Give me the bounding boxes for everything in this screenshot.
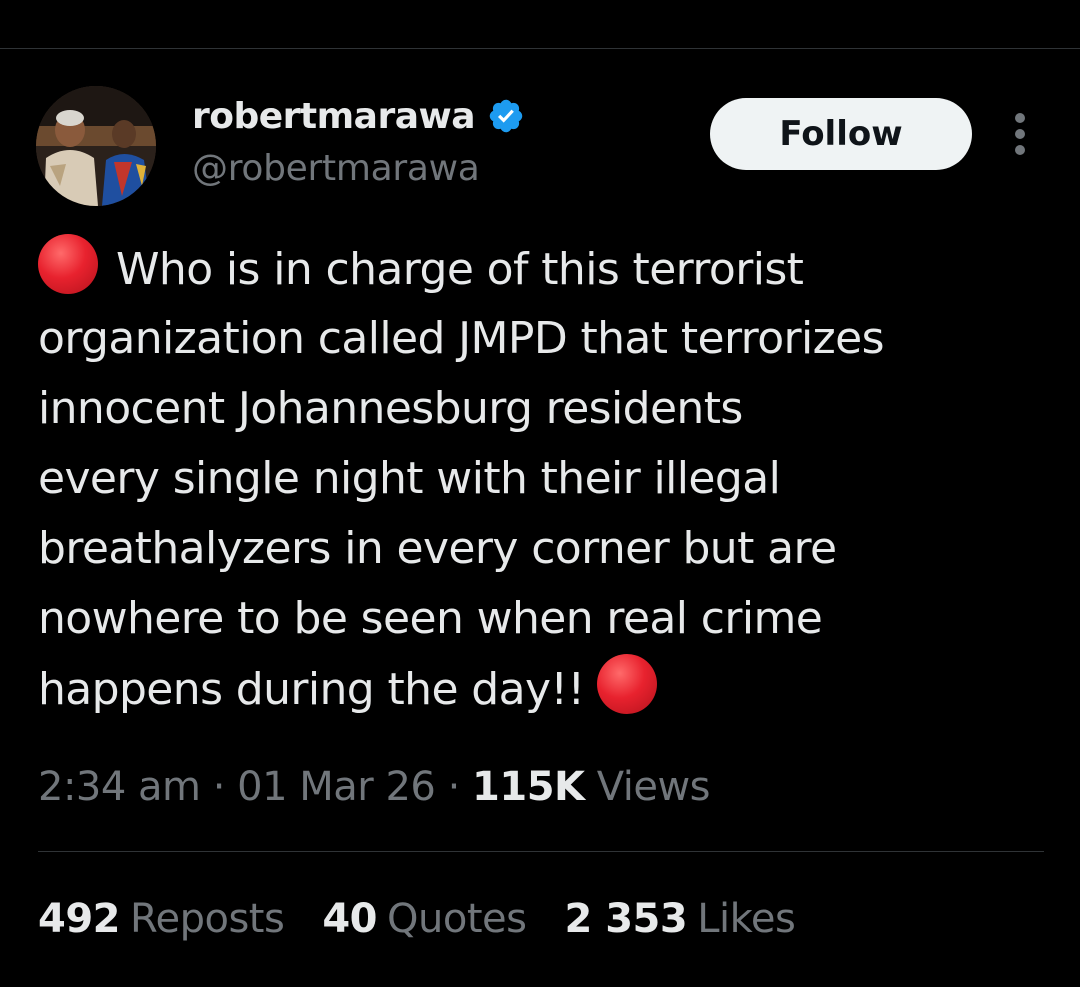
meta-separator: · — [212, 764, 226, 810]
profile-photo-icon — [36, 86, 156, 206]
meta-separator: · — [447, 764, 461, 810]
quotes-label: Quotes — [387, 896, 527, 942]
top-divider — [0, 48, 1080, 49]
red-circle-emoji-icon — [596, 654, 657, 714]
tweet-meta: 2:34 am · 01 Mar 26 · 115K Views — [38, 764, 711, 810]
likes-count: 2 353 — [564, 896, 688, 942]
tweet-line-text: happens during the day!! — [38, 664, 585, 715]
author-handle[interactable]: @robertmarawa — [192, 148, 480, 189]
reposts-label: Reposts — [130, 896, 285, 942]
author-display-name[interactable]: robertmarawa — [192, 96, 476, 137]
tweet-line: Who is in charge of this terrorist — [38, 234, 1048, 304]
tweet-line: happens during the day!! — [38, 654, 1048, 724]
tweet-time[interactable]: 2:34 am — [38, 764, 201, 810]
reposts-count: 492 — [38, 896, 121, 942]
follow-button[interactable]: Follow — [710, 98, 972, 170]
views-label: Views — [596, 764, 711, 810]
author-name-row: robertmarawa — [192, 94, 525, 138]
tweet-line-text: Who is in charge of this terrorist — [116, 244, 804, 295]
tweet-line: nowhere to be seen when real crime — [38, 593, 823, 644]
tweet-date[interactable]: 01 Mar 26 — [237, 764, 436, 810]
tweet-line: every single night with their illegal — [38, 453, 781, 504]
likes-label: Likes — [697, 896, 796, 942]
tweet-line: organization called JMPD that terrorizes — [38, 313, 885, 364]
tweet-line: breathalyzers in every corner but are — [38, 523, 837, 574]
likes-stat[interactable]: 2 353 Likes — [564, 896, 795, 942]
quotes-count: 40 — [322, 896, 378, 942]
more-vertical-icon[interactable] — [1006, 112, 1034, 156]
red-circle-emoji-icon — [38, 234, 98, 294]
stats-divider — [38, 851, 1044, 852]
tweet-stats: 492 Reposts 40 Quotes 2 353 Likes — [38, 896, 796, 942]
verified-badge-icon — [489, 99, 523, 133]
views-count: 115K — [472, 764, 585, 810]
author-avatar[interactable] — [36, 86, 156, 206]
tweet-text: Who is in charge of this terrorist organ… — [38, 234, 1048, 724]
reposts-stat[interactable]: 492 Reposts — [38, 896, 285, 942]
quotes-stat[interactable]: 40 Quotes — [322, 896, 527, 942]
tweet-line: innocent Johannesburg residents — [38, 383, 743, 434]
